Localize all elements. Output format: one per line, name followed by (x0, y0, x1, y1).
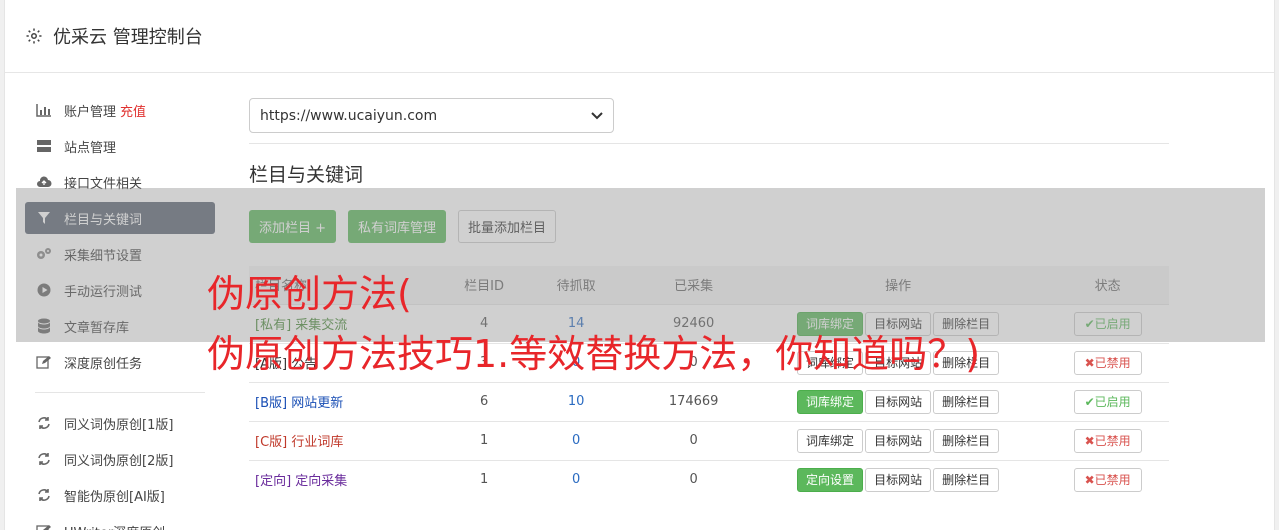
sidebar-item-items2-3[interactable]: UWriter深度原创 (25, 515, 215, 530)
actions-cell: 词库绑定 目标网站 删除栏目 (749, 420, 1047, 460)
column-id: 6 (453, 381, 515, 421)
status-label: 已禁用 (1094, 355, 1131, 370)
actions-cell: 词库绑定 目标网站 删除栏目 (749, 381, 1047, 421)
bind-lib-button[interactable]: 定向设置 (797, 467, 864, 492)
sidebar-item-label: 深度原创任务 (64, 356, 143, 372)
column-name[interactable]: 行业词库 (291, 435, 343, 450)
delete-column-button[interactable]: 删除栏目 (933, 467, 1000, 492)
pending-count: 0 (514, 459, 638, 499)
chevron-down-icon (591, 111, 603, 119)
status-toggle[interactable]: ✖已禁用 (1073, 467, 1142, 492)
gear-icon (26, 28, 42, 44)
column-name-cell: [定向] 定向采集 (249, 459, 454, 499)
sidebar-item-items-0[interactable]: 账户管理 充值 (25, 94, 215, 126)
edit-icon (36, 523, 52, 530)
sidebar-divider (35, 392, 205, 393)
sidebar-item-label: 账户管理 (64, 104, 117, 120)
table-row: [B版] 网站更新 6 10 174669 词库绑定 目标网站 删除栏目 ✔已启用 (249, 381, 1169, 421)
sidebar-item-label: 同义词伪原创[2版] (64, 453, 174, 469)
column-id: 1 (453, 420, 515, 460)
status-label: 已启用 (1094, 394, 1131, 409)
pending-count: 0 (514, 420, 638, 460)
status-cell: ✖已禁用 (1046, 342, 1169, 382)
section-title: 栏目与关键词 (249, 164, 364, 186)
target-site-button[interactable]: 目标网站 (865, 389, 932, 414)
table-row: [定向] 定向采集 1 0 0 定向设置 目标网站 删除栏目 ✖已禁用 (249, 459, 1169, 499)
sidebar-item-items2-0[interactable]: 同义词伪原创[1版] (25, 407, 215, 439)
sidebar-item-items2-2[interactable]: 智能伪原创[AI版] (25, 479, 215, 511)
bind-lib-button[interactable]: 词库绑定 (797, 389, 864, 414)
column-tag[interactable]: [B版] (255, 396, 287, 411)
column-tag[interactable]: [C版] (255, 435, 287, 450)
status-toggle[interactable]: ✔已启用 (1073, 389, 1142, 414)
site-select-value: https://www.ucaiyun.com (260, 107, 438, 124)
collected-count: 0 (637, 459, 750, 499)
check-icon: ✔ (1084, 394, 1095, 409)
column-name[interactable]: 网站更新 (291, 396, 343, 411)
refresh-icon (36, 451, 52, 467)
refresh-icon (36, 487, 52, 503)
cross-icon: ✖ (1084, 355, 1095, 370)
divider (249, 143, 1169, 144)
target-site-button[interactable]: 目标网站 (865, 467, 932, 492)
watermark-line-2: 伪原创方法技巧1.等效替换方法，你知道吗？) (207, 332, 981, 376)
column-id: 1 (453, 459, 515, 499)
target-site-button[interactable]: 目标网站 (865, 428, 932, 453)
delete-column-button[interactable]: 删除栏目 (933, 428, 1000, 453)
bar-chart-icon (36, 102, 52, 118)
edit-icon (36, 354, 52, 370)
app-title: 优采云 管理控制台 (53, 27, 203, 48)
status-cell: ✖已禁用 (1046, 459, 1169, 499)
sidebar-item-items-7[interactable]: 深度原创任务 (25, 346, 215, 378)
sidebar-item-items-1[interactable]: 站点管理 (25, 130, 215, 162)
sidebar-item-items2-1[interactable]: 同义词伪原创[2版] (25, 443, 215, 475)
top-header: 优采云 管理控制台 (5, 0, 1274, 73)
status-toggle[interactable]: ✖已禁用 (1073, 350, 1142, 375)
column-name-cell: [B版] 网站更新 (249, 381, 454, 421)
sidebar-item-label: 同义词伪原创[1版] (64, 417, 174, 433)
status-toggle[interactable]: ✖已禁用 (1073, 428, 1142, 453)
site-select[interactable]: https://www.ucaiyun.com (249, 98, 614, 133)
status-label: 已禁用 (1094, 433, 1131, 448)
actions-cell: 定向设置 目标网站 删除栏目 (749, 459, 1047, 499)
sidebar-item-label: 智能伪原创[AI版] (64, 489, 165, 505)
refresh-icon (36, 415, 52, 431)
server-icon (36, 138, 52, 154)
table-row: [C版] 行业词库 1 0 0 词库绑定 目标网站 删除栏目 ✖已禁用 (249, 420, 1169, 460)
sidebar-item-label: UWriter深度原创 (64, 522, 165, 530)
cross-icon: ✖ (1084, 433, 1095, 448)
bind-lib-button[interactable]: 词库绑定 (797, 428, 864, 453)
delete-column-button[interactable]: 删除栏目 (933, 389, 1000, 414)
status-label: 已禁用 (1094, 472, 1131, 487)
column-tag[interactable]: [定向] (255, 474, 291, 489)
column-name[interactable]: 定向采集 (295, 474, 347, 489)
sidebar-item-label: 站点管理 (64, 140, 117, 156)
column-name-cell: [C版] 行业词库 (249, 420, 454, 460)
cross-icon: ✖ (1084, 472, 1095, 487)
pending-count: 10 (514, 381, 638, 421)
recharge-link[interactable]: 充值 (120, 101, 146, 120)
collected-count: 0 (637, 420, 750, 460)
status-cell: ✔已启用 (1046, 381, 1169, 421)
status-cell: ✖已禁用 (1046, 420, 1169, 460)
ad-overlay (16, 188, 1265, 342)
collected-count: 174669 (637, 381, 750, 421)
watermark-line-1: 伪原创方法( (207, 272, 412, 316)
